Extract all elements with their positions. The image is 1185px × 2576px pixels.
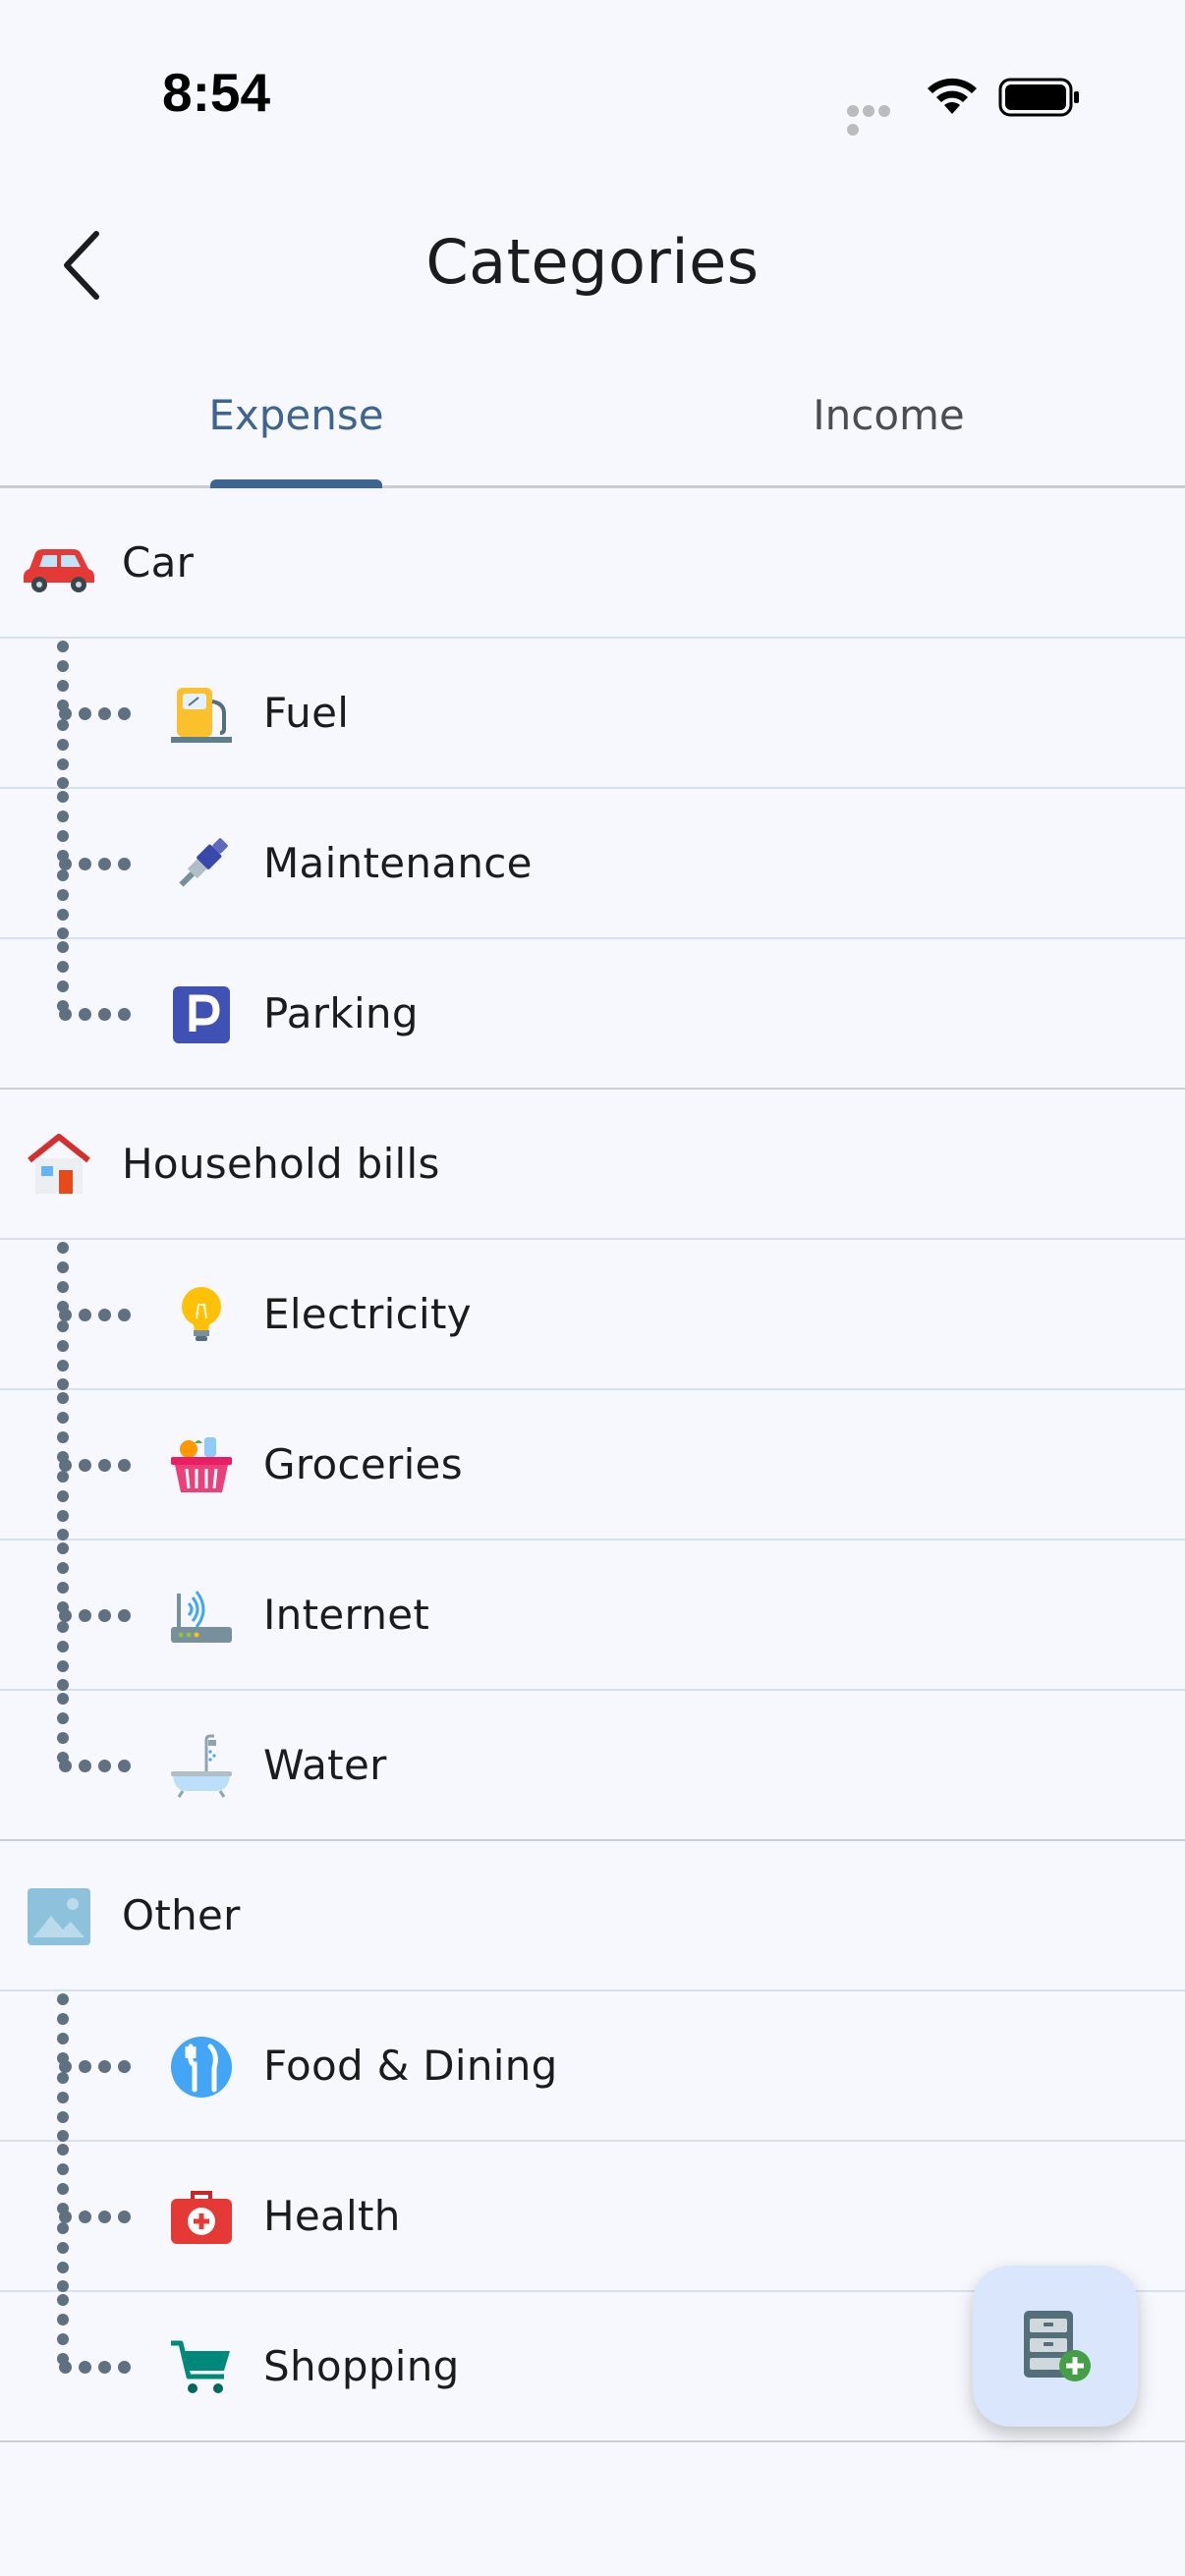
category-row-other[interactable]: Other: [0, 1841, 1185, 1991]
medical-kit-icon: [171, 2191, 232, 2244]
active-tab-indicator: [210, 479, 382, 488]
add-category-button[interactable]: [973, 2266, 1138, 2427]
category-label: Shopping: [263, 2342, 460, 2390]
tree-connector: [57, 2292, 69, 2371]
bathtub-icon: [171, 1734, 232, 1798]
spark-plug-icon: [179, 838, 228, 887]
category-row-parking[interactable]: Parking: [0, 939, 1185, 1090]
category-label: Electricity: [263, 1290, 472, 1338]
category-list: Car Fuel Maintenance Parking Household b…: [0, 488, 1185, 2442]
category-label: Internet: [263, 1591, 430, 1639]
fork-knife-icon: [171, 2037, 232, 2098]
tree-connector: [57, 1691, 69, 1769]
category-row-internet[interactable]: Internet: [0, 1540, 1185, 1691]
category-label: Water: [263, 1741, 387, 1789]
battery-icon: [998, 78, 1079, 117]
page-title: Categories: [425, 226, 760, 298]
category-row-car[interactable]: Car: [0, 488, 1185, 639]
tree-branch: [59, 1609, 138, 1622]
app-header: Categories: [0, 196, 1185, 334]
category-label: Other: [122, 1891, 241, 1939]
category-row-electricity[interactable]: Electricity: [0, 1240, 1185, 1390]
category-label: Health: [263, 2192, 401, 2240]
cellular-signal-icon: [847, 102, 908, 136]
tree-branch: [59, 2060, 138, 2073]
tree-branch: [59, 2211, 138, 2223]
category-label: Car: [122, 538, 195, 587]
category-label: Food & Dining: [263, 2042, 558, 2090]
shopping-basket-icon: [171, 1437, 232, 1492]
tab-income[interactable]: Income: [592, 391, 1185, 439]
car-icon: [24, 549, 94, 592]
category-label: Household bills: [122, 1140, 440, 1188]
tree-branch: [59, 1309, 138, 1321]
category-label: Parking: [263, 989, 419, 1037]
tree-connector: [57, 939, 69, 1018]
category-row-water[interactable]: Water: [0, 1691, 1185, 1841]
parking-icon: [173, 986, 230, 1043]
tree-branch: [59, 1459, 138, 1472]
add-category-icon: [1024, 2311, 1091, 2381]
fuel-pump-icon: [171, 688, 232, 743]
category-label: Fuel: [263, 689, 350, 737]
tree-branch: [59, 1760, 138, 1772]
tree-branch: [59, 858, 138, 870]
wifi-icon: [928, 78, 977, 114]
status-time: 8:54: [162, 62, 271, 123]
category-row-food-dining[interactable]: Food & Dining: [0, 1991, 1185, 2142]
tab-expense[interactable]: Expense: [0, 391, 592, 439]
router-icon: [171, 1591, 232, 1643]
house-icon: [28, 1134, 90, 1194]
category-row-groceries[interactable]: Groceries: [0, 1390, 1185, 1540]
tree-branch: [59, 2361, 138, 2374]
picture-icon: [28, 1888, 90, 1945]
tab-bar: Expense Income: [0, 373, 1185, 488]
tree-branch: [59, 1008, 138, 1021]
category-label: Groceries: [263, 1440, 463, 1488]
tree-branch: [59, 707, 138, 720]
category-row-maintenance[interactable]: Maintenance: [0, 789, 1185, 939]
category-row-fuel[interactable]: Fuel: [0, 639, 1185, 789]
status-bar: 8:54: [0, 0, 1185, 167]
category-row-household-bills[interactable]: Household bills: [0, 1090, 1185, 1240]
light-bulb-icon: [182, 1287, 221, 1341]
shopping-cart-icon: [171, 2340, 230, 2393]
category-label: Maintenance: [263, 839, 533, 887]
